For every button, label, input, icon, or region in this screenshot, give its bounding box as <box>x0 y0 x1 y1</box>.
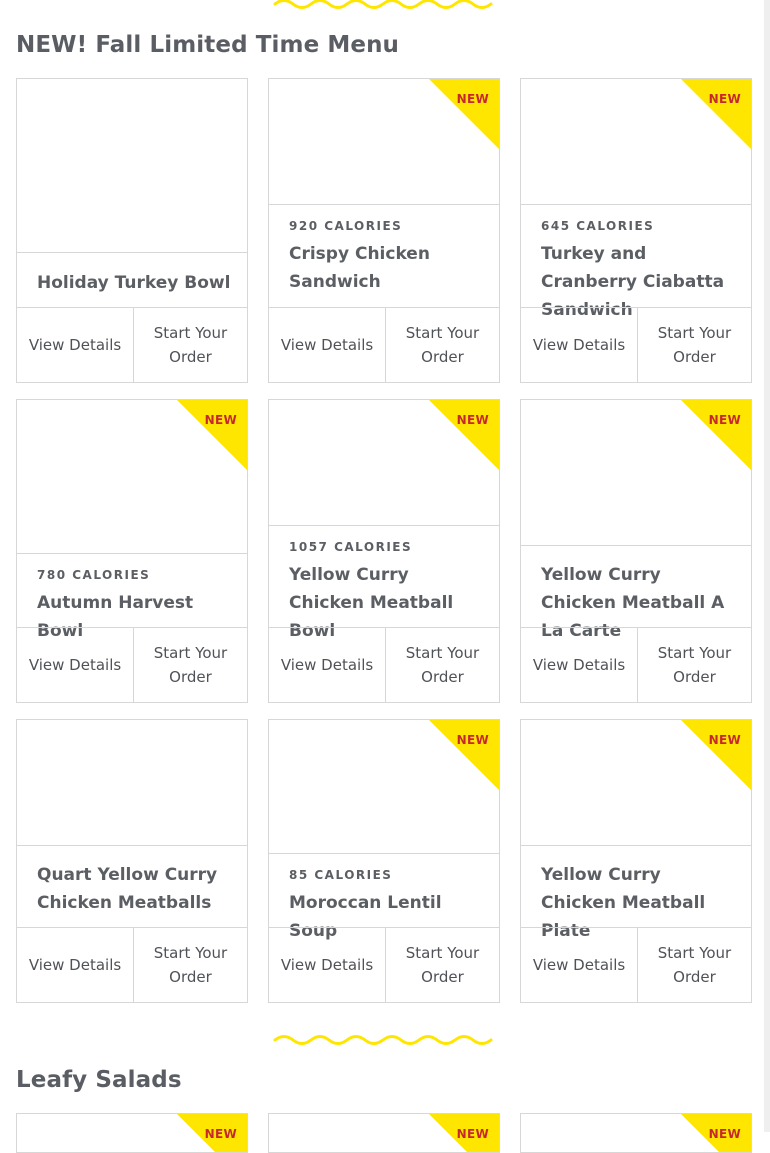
wave-divider <box>273 1035 493 1045</box>
menu-item-image[interactable] <box>17 720 247 845</box>
menu-item-name[interactable]: Quart Yellow Curry Chicken Meatballs <box>37 861 233 917</box>
menu-item-info: 780 CALORIES Autumn Harvest Bowl <box>17 553 247 641</box>
new-badge-label: NEW <box>708 733 741 747</box>
menu-item-card[interactable]: NEW 1057 CALORIES Yellow Curry Chicken Mea… <box>268 399 500 703</box>
view-details-button[interactable]: View Details <box>521 308 638 382</box>
card-actions: View Details Start Your Order <box>269 307 499 382</box>
page-scrollbar[interactable] <box>764 0 770 1132</box>
start-order-button[interactable]: Start Your Order <box>638 928 751 1002</box>
card-actions: View Details Start Your Order <box>269 927 499 1002</box>
card-actions: View Details Start Your Order <box>17 627 247 702</box>
view-details-button[interactable]: View Details <box>17 628 134 702</box>
calorie-count: 85 CALORIES <box>289 868 393 882</box>
menu-item-card[interactable]: NEW 780 CALORIES Autumn Harvest Bowl View D… <box>16 399 248 703</box>
menu-item-card[interactable]: NEW Yellow Curry Chicken Meatball A La Ca… <box>520 399 752 703</box>
card-actions: View Details Start Your Order <box>17 307 247 382</box>
start-order-button[interactable]: Start Your Order <box>386 308 499 382</box>
view-details-button[interactable]: View Details <box>269 928 386 1002</box>
menu-item-info: Holiday Turkey Bowl <box>17 252 247 309</box>
calorie-count: 920 CALORIES <box>289 219 403 233</box>
calorie-count: 1057 CALORIES <box>289 540 413 554</box>
start-order-button[interactable]: Start Your Order <box>638 628 751 702</box>
menu-item-card[interactable]: NEW 85 CALORIES Moroccan Lentil Soup View D… <box>268 719 500 1003</box>
menu-item-info: 645 CALORIES Turkey and Cranberry Ciabatt… <box>521 204 751 320</box>
menu-item-info: 1057 CALORIES Yellow Curry Chicken Meatba… <box>269 525 499 641</box>
card-actions: View Details Start Your Order <box>269 627 499 702</box>
menu-item-card[interactable]: NEW <box>520 1113 752 1153</box>
view-details-button[interactable]: View Details <box>269 628 386 702</box>
start-order-button[interactable]: Start Your Order <box>386 628 499 702</box>
new-badge-label: NEW <box>456 733 489 747</box>
section-title-fall-menu: NEW! Fall Limited Time Menu <box>16 32 400 58</box>
menu-item-image[interactable] <box>17 79 247 252</box>
start-order-button[interactable]: Start Your Order <box>134 928 247 1002</box>
view-details-button[interactable]: View Details <box>269 308 386 382</box>
card-actions: View Details Start Your Order <box>521 307 751 382</box>
start-order-button[interactable]: Start Your Order <box>134 628 247 702</box>
start-order-button[interactable]: Start Your Order <box>134 308 247 382</box>
calorie-count: 645 CALORIES <box>541 219 655 233</box>
start-order-button[interactable]: Start Your Order <box>386 928 499 1002</box>
card-actions: View Details Start Your Order <box>521 627 751 702</box>
new-badge-label: NEW <box>708 1127 741 1141</box>
menu-item-card[interactable]: NEW <box>16 1113 248 1153</box>
start-order-button[interactable]: Start Your Order <box>638 308 751 382</box>
menu-item-card[interactable]: Quart Yellow Curry Chicken Meatballs View… <box>16 719 248 1003</box>
section-title-leafy-salads: Leafy Salads <box>16 1067 182 1093</box>
new-badge-label: NEW <box>456 92 489 106</box>
menu-item-info: Quart Yellow Curry Chicken Meatballs <box>17 845 247 929</box>
menu-item-name[interactable]: Holiday Turkey Bowl <box>37 269 233 297</box>
view-details-button[interactable]: View Details <box>17 928 134 1002</box>
view-details-button[interactable]: View Details <box>17 308 134 382</box>
new-badge-label: NEW <box>708 413 741 427</box>
new-badge-label: NEW <box>204 1127 237 1141</box>
new-badge-label: NEW <box>456 413 489 427</box>
menu-item-info: 85 CALORIES Moroccan Lentil Soup <box>269 853 499 941</box>
card-actions: View Details Start Your Order <box>521 927 751 1002</box>
menu-item-card[interactable]: NEW Yellow Curry Chicken Meatball Plate Vi… <box>520 719 752 1003</box>
view-details-button[interactable]: View Details <box>521 628 638 702</box>
wave-divider <box>273 0 493 9</box>
new-badge-label: NEW <box>456 1127 489 1141</box>
calorie-count: 780 CALORIES <box>37 568 151 582</box>
menu-item-name[interactable]: Crispy Chicken Sandwich <box>289 240 485 296</box>
menu-item-info: Yellow Curry Chicken Meatball Plate <box>521 845 751 941</box>
new-badge-label: NEW <box>708 92 741 106</box>
menu-item-card[interactable]: NEW <box>268 1113 500 1153</box>
menu-item-card[interactable]: Holiday Turkey Bowl View Details Start You… <box>16 78 248 383</box>
card-actions: View Details Start Your Order <box>17 927 247 1002</box>
menu-item-card[interactable]: NEW 645 CALORIES Turkey and Cranberry Ciab… <box>520 78 752 383</box>
new-badge-label: NEW <box>204 413 237 427</box>
menu-item-info: 920 CALORIES Crispy Chicken Sandwich <box>269 204 499 309</box>
menu-item-card[interactable]: NEW 920 CALORIES Crispy Chicken Sandwich Vi… <box>268 78 500 383</box>
view-details-button[interactable]: View Details <box>521 928 638 1002</box>
menu-item-info: Yellow Curry Chicken Meatball A La Carte <box>521 545 751 641</box>
